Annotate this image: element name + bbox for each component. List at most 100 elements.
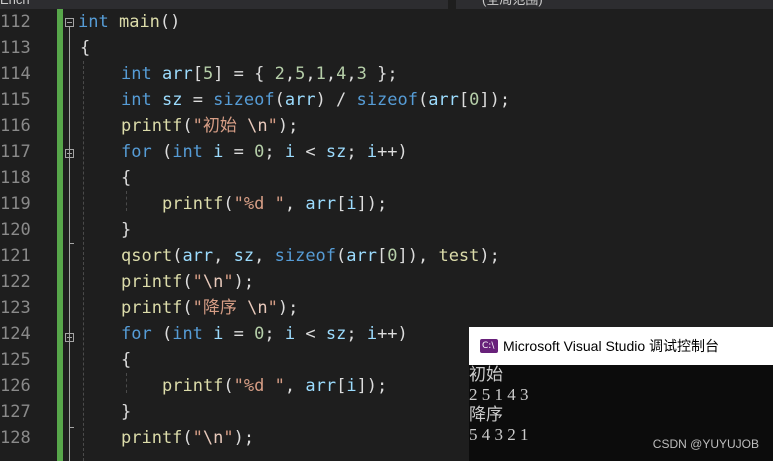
code-token: "降序	[192, 298, 248, 318]
code-token: arr	[182, 246, 214, 266]
collapse-toggle-icon[interactable]	[65, 18, 74, 27]
code-line[interactable]: printf("初始 \n");	[121, 113, 298, 139]
code-line[interactable]: {	[121, 347, 131, 373]
code-token: int	[172, 324, 203, 344]
code-token: int	[78, 12, 109, 32]
file-tab-label[interactable]: Ench	[0, 0, 48, 9]
code-token: \n	[247, 116, 268, 136]
code-token: i	[346, 376, 357, 396]
code-token: sz	[161, 90, 183, 110]
code-token: ;	[264, 324, 285, 344]
line-number: 112	[0, 12, 31, 32]
code-line[interactable]: }	[121, 217, 131, 243]
code-token: sz	[325, 142, 347, 162]
code-token: sizeof	[274, 246, 337, 266]
change-indicator-bar	[57, 9, 63, 461]
code-token: sizeof	[213, 90, 275, 110]
code-token: ,	[284, 64, 296, 84]
code-line[interactable]: printf("\n");	[121, 425, 254, 451]
code-token: \n	[202, 428, 224, 448]
code-token: int	[121, 64, 152, 84]
console-title-bar[interactable]: C:\ Microsoft Visual Studio 调试控制台	[469, 327, 773, 365]
code-token: main	[118, 12, 160, 32]
code-line[interactable]: }	[121, 399, 131, 425]
code-line[interactable]: int main()	[78, 9, 180, 35]
collapse-toggle-icon[interactable]	[65, 149, 74, 158]
code-token: {	[121, 350, 132, 370]
console-output-line: 2 5 1 4 3	[469, 385, 529, 404]
console-app-icon: C:\	[480, 339, 498, 353]
code-token: (	[182, 272, 193, 292]
line-number: 124	[0, 324, 31, 344]
line-number-gutter: 112 113 114 115 116 117 118 119 120 121 …	[0, 9, 57, 461]
code-token: [	[192, 64, 203, 84]
code-token: i	[284, 142, 296, 162]
code-token: i	[366, 142, 378, 162]
code-token: ()	[159, 12, 181, 32]
code-token: 0	[387, 246, 398, 266]
code-token: [	[336, 376, 347, 396]
line-number: 121	[0, 246, 31, 266]
scope-dropdown-label[interactable]: (全局范围)	[482, 0, 543, 9]
code-token: (	[151, 142, 173, 162]
code-token: );	[277, 298, 299, 318]
code-token: "%d "	[233, 194, 285, 214]
console-output-line: 初始	[469, 365, 503, 384]
collapse-toggle-icon[interactable]	[65, 333, 74, 342]
line-number: 114	[0, 64, 31, 84]
code-token: 0	[254, 324, 265, 344]
code-token: }	[121, 402, 132, 422]
code-line[interactable]: {	[121, 165, 131, 191]
code-line[interactable]: qsort(arr, sz, sizeof(arr[0]), test);	[121, 243, 500, 269]
line-number: 117	[0, 142, 31, 162]
code-token: arr	[346, 246, 377, 266]
console-output: 初始 2 5 1 4 3 降序 5 4 3 2 1	[469, 365, 773, 445]
code-token: <	[295, 142, 326, 162]
code-token: 0	[254, 142, 265, 162]
code-line[interactable]: for (int i = 0; i < sz; i++)	[121, 321, 408, 347]
code-token: 3	[356, 64, 367, 84]
code-token: ,	[254, 246, 275, 266]
code-token: printf	[121, 116, 183, 136]
line-number: 127	[0, 402, 31, 422]
code-token: {	[80, 38, 91, 58]
console-output-line: 降序	[469, 405, 503, 424]
code-token: ) /	[315, 90, 357, 110]
code-token: [	[377, 246, 388, 266]
code-token: "	[192, 428, 203, 448]
code-line[interactable]: printf("降序 \n");	[121, 295, 298, 321]
code-token: i	[346, 194, 357, 214]
code-token: }	[121, 220, 132, 240]
code-token: ,	[284, 376, 306, 396]
code-token: 5	[295, 64, 306, 84]
code-line[interactable]: int sz = sizeof(arr) / sizeof(arr[0]);	[121, 87, 510, 113]
console-title: Microsoft Visual Studio 调试控制台	[503, 338, 720, 354]
line-number: 119	[0, 194, 31, 214]
code-token: ]);	[356, 376, 388, 396]
code-line[interactable]: int arr[5] = { 2,5,1,4,3 };	[121, 61, 398, 87]
code-token: i	[366, 324, 378, 344]
code-line[interactable]: {	[80, 35, 90, 61]
code-line[interactable]: printf("%d ", arr[i]);	[162, 373, 387, 399]
code-token: ]);	[479, 90, 511, 110]
code-token: (	[223, 376, 234, 396]
indent-guide	[126, 373, 127, 393]
code-token: 2	[274, 64, 285, 84]
code-line[interactable]: printf("%d ", arr[i]);	[162, 191, 387, 217]
code-token: i	[213, 142, 224, 162]
code-token: );	[277, 116, 299, 136]
line-number: 118	[0, 168, 31, 188]
code-line[interactable]: for (int i = 0; i < sz; i++)	[121, 139, 408, 165]
code-token: ;	[264, 142, 285, 162]
code-token: arr	[428, 90, 459, 110]
indent-guide	[83, 61, 84, 461]
code-token: 0	[469, 90, 480, 110]
line-number: 123	[0, 298, 31, 318]
tab-separator	[448, 0, 456, 9]
code-token: sz	[233, 246, 255, 266]
code-token: };	[366, 64, 398, 84]
code-line[interactable]: printf("\n");	[121, 269, 254, 295]
